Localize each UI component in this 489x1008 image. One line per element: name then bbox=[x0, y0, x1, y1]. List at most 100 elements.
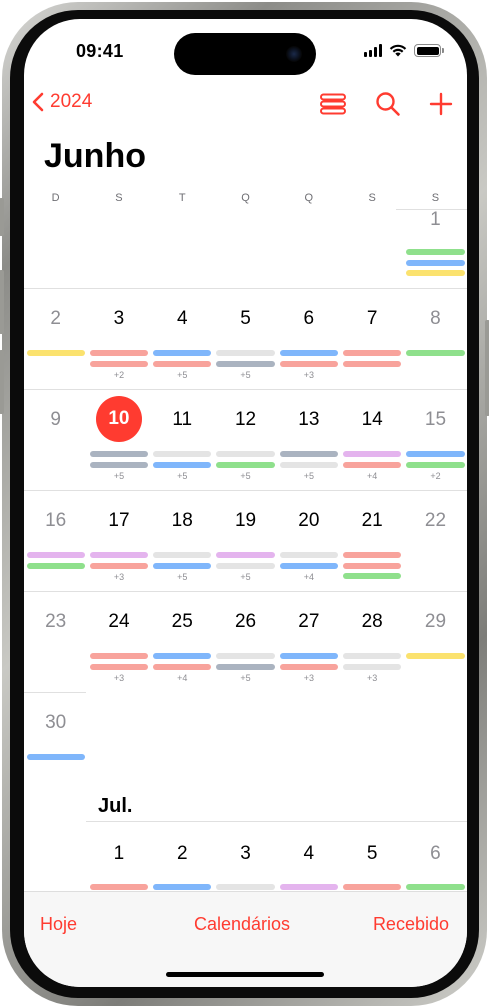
event-bar-blue[interactable] bbox=[279, 653, 338, 659]
today-button[interactable]: Hoje bbox=[40, 914, 77, 935]
day-number[interactable]: 5 bbox=[214, 308, 277, 330]
day-number[interactable]: 20 bbox=[277, 510, 340, 532]
event-bar-slate[interactable] bbox=[216, 663, 275, 670]
event-bar-blue[interactable] bbox=[26, 754, 85, 760]
event-bar-red[interactable] bbox=[89, 884, 149, 890]
event-bar-green[interactable] bbox=[406, 249, 465, 255]
event-bar-red[interactable] bbox=[279, 663, 338, 670]
event-bar-gray[interactable] bbox=[216, 653, 275, 659]
event-bar-blue[interactable] bbox=[153, 884, 212, 890]
day-number[interactable]: 28 bbox=[341, 611, 404, 633]
event-bar-green[interactable] bbox=[216, 461, 275, 468]
event-bar-slate[interactable] bbox=[279, 451, 338, 457]
week-separator bbox=[24, 490, 467, 491]
event-bar-green[interactable] bbox=[406, 461, 465, 468]
event-bar-blue[interactable] bbox=[406, 451, 465, 457]
day-number[interactable]: 26 bbox=[214, 611, 277, 633]
day-number[interactable]: 7 bbox=[341, 308, 404, 330]
day-number[interactable]: 19 bbox=[214, 510, 277, 532]
event-bar-red[interactable] bbox=[343, 552, 402, 558]
day-number[interactable]: 8 bbox=[404, 308, 467, 330]
event-bar-yellow[interactable] bbox=[406, 270, 465, 276]
day-number[interactable]: 14 bbox=[341, 409, 404, 431]
event-bar-purple[interactable] bbox=[216, 552, 275, 558]
more-events-count: +5 bbox=[113, 471, 125, 481]
day-number[interactable]: 6 bbox=[404, 843, 467, 865]
event-bar-gray[interactable] bbox=[153, 451, 212, 457]
event-bar-gray[interactable] bbox=[279, 552, 338, 558]
day-number[interactable]: 17 bbox=[87, 510, 150, 532]
event-bar-gray[interactable] bbox=[343, 653, 402, 659]
day-number[interactable]: 18 bbox=[151, 510, 214, 532]
day-number[interactable]: 23 bbox=[24, 611, 87, 633]
event-bar-red[interactable] bbox=[279, 360, 338, 367]
day-number[interactable]: 2 bbox=[24, 308, 87, 330]
calendars-button[interactable]: Calendários bbox=[194, 914, 290, 935]
event-bar-gray[interactable] bbox=[216, 884, 275, 890]
event-bar-red[interactable] bbox=[89, 653, 149, 659]
event-bar-gray[interactable] bbox=[216, 562, 275, 569]
event-bar-gray[interactable] bbox=[216, 451, 275, 457]
event-bar-gray[interactable] bbox=[279, 461, 338, 468]
event-bar-green[interactable] bbox=[406, 350, 465, 356]
event-bar-yellow[interactable] bbox=[406, 653, 465, 659]
day-number[interactable]: 16 bbox=[24, 510, 87, 532]
event-bar-red[interactable] bbox=[89, 663, 149, 670]
event-bar-red[interactable] bbox=[343, 562, 402, 569]
today-day-number[interactable]: 10 bbox=[95, 396, 142, 442]
event-bar-slate[interactable] bbox=[216, 360, 275, 367]
event-bar-blue[interactable] bbox=[279, 562, 338, 569]
event-bar-blue[interactable] bbox=[153, 461, 212, 468]
event-bar-gray[interactable] bbox=[343, 663, 402, 670]
day-number[interactable]: 11 bbox=[151, 409, 214, 431]
day-number[interactable]: 22 bbox=[404, 510, 467, 532]
event-bar-green[interactable] bbox=[343, 573, 402, 579]
day-number[interactable]: 12 bbox=[214, 409, 277, 431]
day-number[interactable]: 29 bbox=[404, 611, 467, 633]
day-number[interactable]: 3 bbox=[214, 843, 277, 865]
event-bar-purple[interactable] bbox=[279, 884, 338, 890]
event-bar-blue[interactable] bbox=[153, 350, 212, 356]
day-number[interactable]: 24 bbox=[87, 611, 150, 633]
event-bar-blue[interactable] bbox=[279, 350, 338, 356]
event-bar-gray[interactable] bbox=[153, 552, 212, 558]
event-bar-green[interactable] bbox=[406, 884, 465, 890]
event-bar-red[interactable] bbox=[153, 663, 212, 670]
event-bar-red[interactable] bbox=[89, 350, 149, 356]
day-number[interactable]: 13 bbox=[277, 409, 340, 431]
event-bar-yellow[interactable] bbox=[26, 350, 85, 356]
event-bar-blue[interactable] bbox=[153, 653, 212, 659]
day-number[interactable]: 1 bbox=[404, 209, 467, 231]
day-number[interactable]: 3 bbox=[87, 308, 150, 330]
event-bar-blue[interactable] bbox=[153, 562, 212, 569]
event-bar-green[interactable] bbox=[26, 562, 85, 569]
day-number[interactable]: 27 bbox=[277, 611, 340, 633]
event-bar-red[interactable] bbox=[343, 360, 402, 367]
event-bar-red[interactable] bbox=[343, 884, 402, 890]
event-bar-purple[interactable] bbox=[89, 552, 149, 558]
day-number[interactable]: 30 bbox=[24, 712, 87, 734]
event-bar-red[interactable] bbox=[343, 350, 402, 356]
event-bar-purple[interactable] bbox=[343, 451, 402, 457]
day-number[interactable]: 21 bbox=[341, 510, 404, 532]
event-bar-purple[interactable] bbox=[26, 552, 85, 558]
event-bar-gray[interactable] bbox=[216, 350, 275, 356]
day-number[interactable]: 6 bbox=[277, 308, 340, 330]
day-number[interactable]: 25 bbox=[151, 611, 214, 633]
event-bar-slate[interactable] bbox=[89, 461, 149, 468]
day-number[interactable]: 4 bbox=[277, 843, 340, 865]
day-number[interactable]: 1 bbox=[87, 843, 150, 865]
next-month-title: Jul. bbox=[98, 795, 133, 817]
event-bar-blue[interactable] bbox=[406, 259, 465, 266]
day-number[interactable]: 15 bbox=[404, 409, 467, 431]
day-number[interactable]: 9 bbox=[24, 409, 87, 431]
event-bar-red[interactable] bbox=[89, 360, 149, 367]
day-number[interactable]: 5 bbox=[341, 843, 404, 865]
event-bar-red[interactable] bbox=[153, 360, 212, 367]
event-bar-red[interactable] bbox=[89, 562, 149, 569]
event-bar-slate[interactable] bbox=[89, 451, 149, 457]
day-number[interactable]: 4 bbox=[151, 308, 214, 330]
inbox-button[interactable]: Recebido bbox=[373, 914, 449, 935]
day-number[interactable]: 2 bbox=[151, 843, 214, 865]
event-bar-red[interactable] bbox=[343, 461, 402, 468]
